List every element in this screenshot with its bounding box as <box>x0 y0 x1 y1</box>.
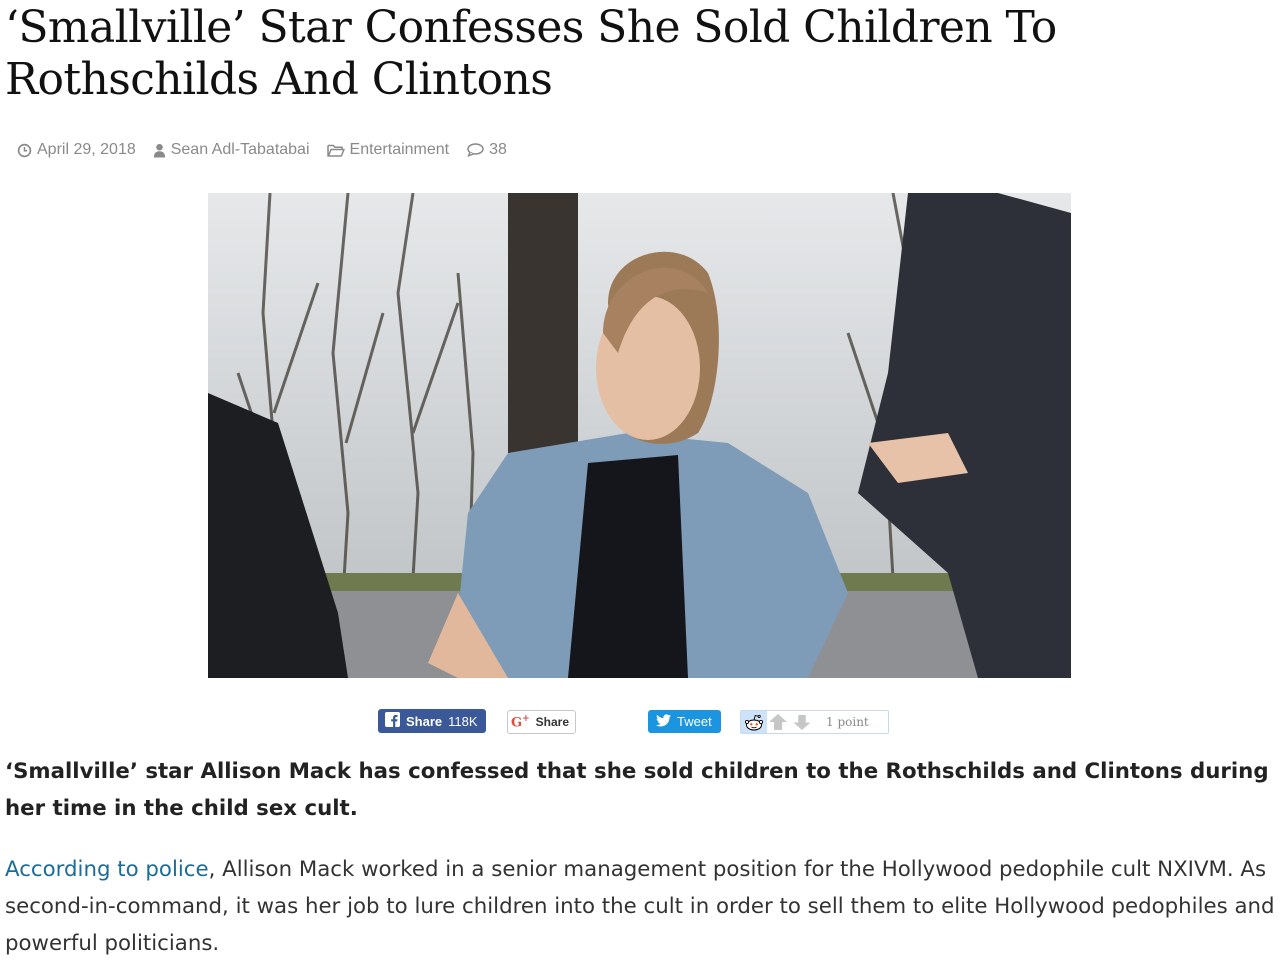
tweet-button[interactable]: Tweet <box>648 710 721 733</box>
facebook-share-button[interactable]: Share 118K <box>378 709 486 733</box>
google-plus-share-button[interactable]: G+ Share <box>507 710 576 734</box>
share-bar: Share 118K G+ Share Tweet 1 point <box>0 708 1280 736</box>
photo-illustration <box>208 193 1071 678</box>
downvote-arrow-icon[interactable] <box>793 715 811 733</box>
meta-category[interactable]: Entertainment <box>326 141 449 159</box>
reddit-alien-icon[interactable] <box>741 711 767 733</box>
user-icon <box>153 143 166 158</box>
folder-icon <box>326 143 345 157</box>
meta-author[interactable]: Sean Adl-Tabatabai <box>153 141 310 159</box>
clock-icon <box>17 143 32 158</box>
according-to-police-link[interactable]: According to police <box>5 857 209 882</box>
comment-icon <box>466 143 484 157</box>
twitter-icon <box>656 713 671 730</box>
google-plus-icon: G+ <box>511 713 530 731</box>
facebook-icon <box>385 712 400 730</box>
reddit-points: 1 point <box>826 715 869 729</box>
article-lead: ‘Smallville’ star Allison Mack has confe… <box>5 759 1269 821</box>
meta-comments[interactable]: 38 <box>466 141 507 159</box>
meta-date: April 29, 2018 <box>17 141 136 159</box>
article-hero-image <box>208 193 1071 678</box>
upvote-arrow-icon[interactable] <box>769 714 787 733</box>
article-paragraph: According to police, Allison Mack worked… <box>5 851 1277 962</box>
article-meta: April 29, 2018 Sean Adl-Tabatabai Entert… <box>17 139 507 161</box>
article-title: ‘Smallville’ Star Confesses She Sold Chi… <box>5 2 1057 105</box>
reddit-vote-widget: 1 point <box>740 710 889 734</box>
